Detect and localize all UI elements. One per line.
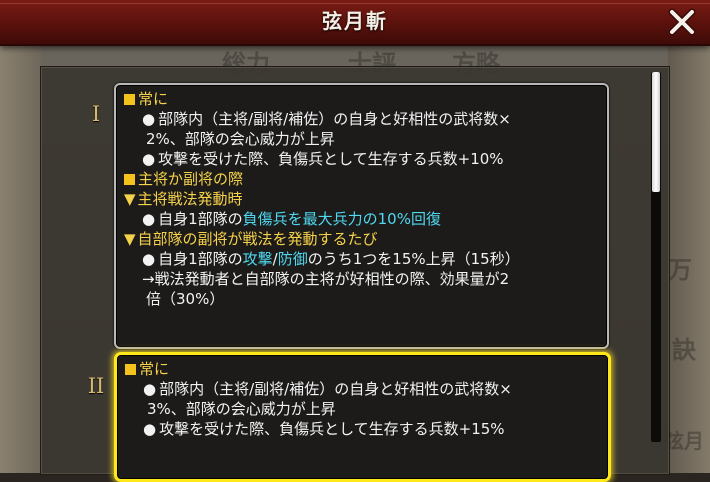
effect-text: 3%、部隊の会心威力が上昇 (147, 400, 336, 418)
effect-continuation-line: 2%、部隊の会心威力が上昇 (124, 129, 599, 149)
effect-highlight-text: 攻撃 (242, 250, 273, 268)
effect-trigger-text: 自部隊の副将が戦法を発動するたび (137, 230, 378, 248)
dialog-title-bar: 弦月斬 (0, 0, 710, 46)
scrollbar-thumb[interactable] (652, 72, 660, 192)
down-triangle-icon: ▼ (124, 230, 136, 248)
circle-bullet-icon: ● (143, 420, 157, 438)
close-button[interactable] (664, 4, 700, 40)
effect-text: のうち1つを15%上昇（15秒） (307, 250, 520, 268)
level-mark-2: II (87, 374, 105, 398)
effect-text: 自身1部隊の (158, 250, 243, 268)
circle-bullet-icon: ● (142, 110, 156, 128)
effect-condition-text: 常に (139, 360, 170, 378)
effect-text: 自身1部隊の (158, 210, 243, 228)
effect-condition-text: 常に (138, 90, 169, 108)
effect-highlight-text: 負傷兵を最大兵力の10%回復 (242, 210, 441, 228)
close-x-icon (668, 8, 696, 36)
effect-highlight-text: 防御 (277, 250, 308, 268)
effect-condition-header: 常に (124, 89, 599, 109)
effect-text: 2%、部隊の会心威力が上昇 (146, 130, 335, 148)
circle-bullet-icon: ● (143, 380, 157, 398)
effect-note-text: →戦法発動者と自部隊の主将が好相性の際、効果量が2 (142, 270, 510, 288)
effect-line: ● 部隊内（主将/副将/補佐）の自身と好相性の武将数× (124, 109, 599, 129)
effect-text: 攻撃を受けた際、負傷兵として生存する兵数+15% (159, 420, 505, 438)
down-triangle-icon: ▼ (124, 190, 136, 208)
level-mark-1: I (91, 102, 101, 126)
effect-condition-text: 主将か副将の際 (138, 170, 244, 188)
effect-text: 部隊内（主将/副将/補佐）の自身と好相性の武将数× (159, 380, 512, 398)
effect-continuation-line: 3%、部隊の会心威力が上昇 (125, 399, 600, 419)
yellow-square-icon (124, 94, 135, 105)
circle-bullet-icon: ● (142, 210, 156, 228)
effect-text: 倍（30%） (146, 290, 225, 308)
effect-trigger-header: ▼ 主将戦法発動時 (124, 189, 599, 209)
circle-bullet-icon: ● (142, 150, 156, 168)
circle-bullet-icon: ● (142, 250, 156, 268)
effect-trigger-header: ▼ 自部隊の副将が戦法を発動するたび (124, 229, 599, 249)
background-left-strip (0, 44, 42, 473)
effect-text: 部隊内（主将/副将/補佐）の自身と好相性の武将数× (158, 110, 511, 128)
level-1-effect-card[interactable]: 常に ● 部隊内（主将/副将/補佐）の自身と好相性の武将数× 2%、部隊の会心威力が上… (114, 83, 609, 349)
panel-scrollbar[interactable] (651, 72, 661, 442)
effect-line: ● 自身1部隊の負傷兵を最大兵力の10%回復 (124, 209, 599, 229)
effect-text: 攻撃を受けた際、負傷兵として生存する兵数+10% (158, 150, 504, 168)
effect-line: ● 自身1部隊の攻撃/防御のうち1つを15%上昇（15秒） (124, 249, 599, 269)
background-ghost-text: 万 (668, 255, 692, 284)
effect-line: ● 攻撃を受けた際、負傷兵として生存する兵数+10% (124, 149, 599, 169)
effect-trigger-text: 主将戦法発動時 (137, 190, 243, 208)
effect-condition-header: 常に (125, 359, 600, 379)
level-2-effect-card[interactable]: 常に ● 部隊内（主将/副将/補佐）の自身と好相性の武将数× 3%、部隊の会心威力が上… (114, 352, 611, 482)
effect-note-line: →戦法発動者と自部隊の主将が好相性の際、効果量が2 (124, 269, 599, 289)
yellow-square-icon (125, 364, 136, 375)
background-ghost-text: 弦月 (664, 429, 704, 453)
background-ghost-text: 訣 (672, 335, 696, 364)
yellow-square-icon (124, 174, 135, 185)
effect-line: ● 攻撃を受けた際、負傷兵として生存する兵数+15% (125, 419, 600, 439)
effect-line: ● 部隊内（主将/副将/補佐）の自身と好相性の武将数× (125, 379, 600, 399)
effect-continuation-line: 倍（30%） (124, 289, 599, 309)
effect-condition-header: 主将か副将の際 (124, 169, 599, 189)
dialog-title: 弦月斬 (322, 9, 388, 33)
